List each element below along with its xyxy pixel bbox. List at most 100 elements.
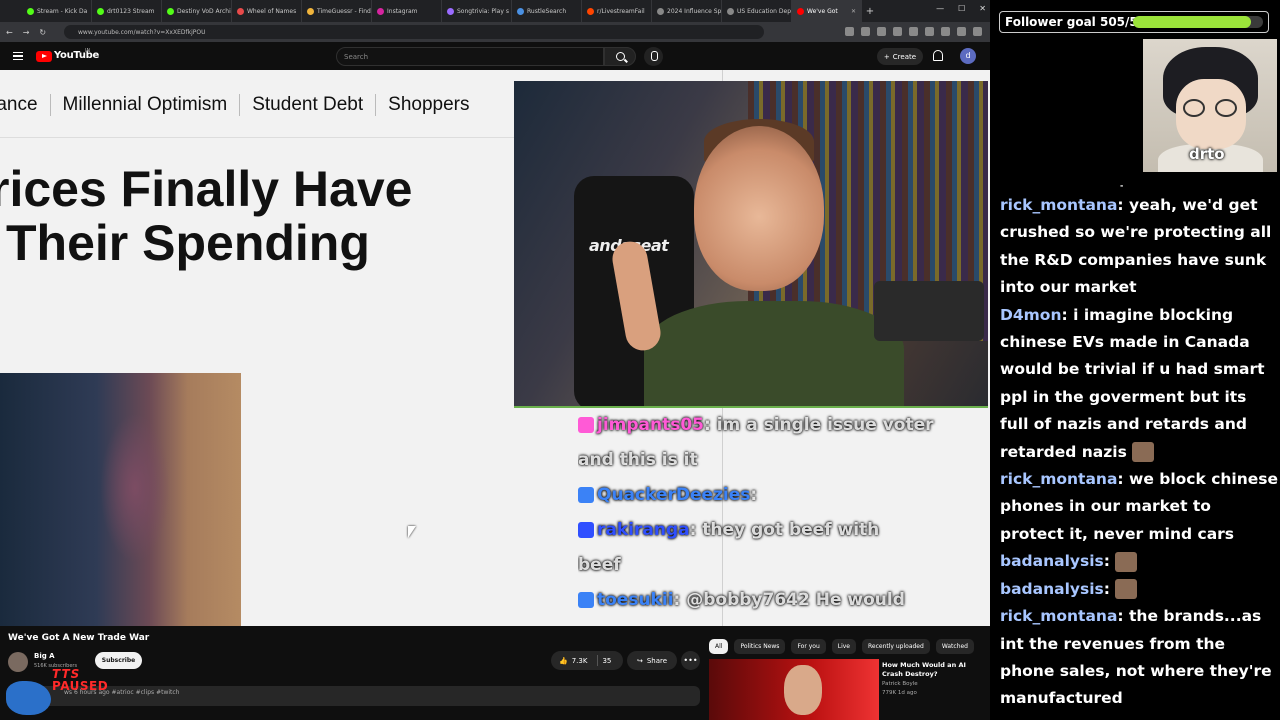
divider xyxy=(597,655,599,666)
chat-badge-icon xyxy=(578,592,594,608)
menu-icon[interactable] xyxy=(13,52,23,60)
browser-tab[interactable]: US Education Dep xyxy=(722,0,792,22)
youtube-logo-text[interactable]: YouTube xyxy=(54,50,99,61)
thumbs-up-icon[interactable]: 👍 xyxy=(559,657,568,665)
extension-icon[interactable] xyxy=(877,27,886,36)
search-icon[interactable] xyxy=(604,47,636,66)
chat-username[interactable]: rick_montana xyxy=(1000,196,1117,214)
article-nav-item: Shoppers xyxy=(388,94,470,115)
tts-paused-overlay: TTS PAUSED xyxy=(4,663,124,715)
dislike-count[interactable]: 35 xyxy=(602,657,611,665)
browser-tab[interactable]: Songtrivia: Play s xyxy=(442,0,512,22)
extension-icon[interactable] xyxy=(957,27,966,36)
tab-favicon-icon xyxy=(797,7,804,15)
tab-favicon-icon xyxy=(587,7,594,15)
account-avatar[interactable]: d xyxy=(960,48,976,64)
close-window-icon[interactable]: ✕ xyxy=(979,4,986,13)
chat-text: i imagine blocking chinese EVs made in C… xyxy=(1000,305,1265,461)
share-button[interactable]: ↪ Share xyxy=(627,651,677,670)
minimize-icon[interactable]: — xyxy=(936,4,944,13)
filter-chip[interactable]: Recently uploaded xyxy=(862,639,930,654)
browser-tab[interactable]: 2024 Influence Spendi xyxy=(652,0,722,22)
tab-favicon-icon xyxy=(517,7,524,15)
browser-tab[interactable]: Instagram xyxy=(372,0,442,22)
browser-tab[interactable]: Destiny VoD Archi xyxy=(162,0,232,22)
overlay-chat: jimpants05: im a single issue voter and t… xyxy=(578,408,990,626)
follower-goal-fill xyxy=(1133,16,1252,28)
browser-window: Stream - Kick Da drt0123 Stream Destiny Vo… xyxy=(0,0,990,720)
filter-chip[interactable]: Politics News xyxy=(734,639,786,654)
chat-separator: : xyxy=(1061,305,1074,324)
video-player[interactable]: rance Millennial Optimism Student Debt S… xyxy=(0,70,990,626)
tab-label: Songtrivia: Play s xyxy=(457,7,509,15)
forward-icon[interactable]: → xyxy=(23,28,30,37)
tab-bar: Stream - Kick Da drt0123 Stream Destiny Vo… xyxy=(0,0,990,22)
extension-icon[interactable] xyxy=(973,27,982,36)
filter-chip[interactable]: All xyxy=(709,639,729,654)
overlay-chat-user: toesukii xyxy=(597,590,674,610)
recommended-channel[interactable]: Patrick Boyle xyxy=(882,681,918,687)
new-tab-icon[interactable]: + xyxy=(862,6,878,17)
recommended-meta: 779K 1d ago xyxy=(882,690,917,696)
browser-tab[interactable]: We've Got ✕ xyxy=(792,0,862,22)
browser-tab[interactable]: Stream - Kick Da xyxy=(22,0,92,22)
chat-separator: : xyxy=(1117,607,1130,626)
overlay-chat-text: : xyxy=(750,485,758,505)
close-tab-icon[interactable]: ✕ xyxy=(851,8,856,15)
chat-separator: : xyxy=(1103,579,1116,598)
chat-emote-icon xyxy=(1132,442,1155,463)
chat-message: rick_montana: the brands...as int the re… xyxy=(1000,603,1278,713)
tab-label: Stream - Kick Da xyxy=(37,7,88,15)
tab-favicon-icon xyxy=(377,7,384,15)
browser-tab[interactable]: RustleSearch xyxy=(512,0,582,22)
search-input[interactable]: Search xyxy=(336,47,604,66)
overlay-chat-text: and this is it xyxy=(578,450,698,470)
browser-tab[interactable]: TimeGuessr - Find xyxy=(302,0,372,22)
reload-icon[interactable]: ↻ xyxy=(39,28,46,37)
extension-icon[interactable] xyxy=(909,27,918,36)
microphone-icon[interactable] xyxy=(644,47,663,66)
video-info: We've Got A New Trade War Big A 516K sub… xyxy=(0,626,990,720)
microphone-arm xyxy=(874,281,984,341)
chat-username[interactable]: badanalysis xyxy=(1000,580,1104,598)
recommended-thumbnail[interactable] xyxy=(709,659,879,720)
chat-username[interactable]: rick_montana xyxy=(1000,607,1117,625)
notifications-bell-icon[interactable] xyxy=(933,50,943,61)
chat-message: badanalysis: xyxy=(1000,548,1278,575)
more-actions-button[interactable]: ••• xyxy=(681,651,700,670)
like-dislike-group[interactable]: 👍 7.3K 35 xyxy=(551,651,623,670)
extension-icon[interactable] xyxy=(925,27,934,36)
extension-icon[interactable] xyxy=(845,27,854,36)
tab-label: We've Got xyxy=(807,7,838,15)
filter-chip[interactable]: Watched xyxy=(935,639,974,654)
create-button[interactable]: + Create xyxy=(877,48,923,65)
chat-username[interactable]: D4mon xyxy=(1000,306,1062,324)
chat-username[interactable]: badanalysis xyxy=(1000,552,1104,570)
chat-emote-icon xyxy=(1115,579,1138,600)
youtube-logo-icon[interactable] xyxy=(36,51,52,62)
tab-favicon-icon xyxy=(167,7,174,15)
url-field[interactable]: www.youtube.com/watch?v=XxXEDfkjPOU xyxy=(64,25,764,39)
browser-tab[interactable]: drt0123 Stream xyxy=(92,0,162,22)
overlay-chat-text: beef xyxy=(578,555,621,575)
back-icon[interactable]: ← xyxy=(6,28,13,37)
extension-icon[interactable] xyxy=(941,27,950,36)
tab-favicon-icon xyxy=(657,7,664,15)
mouse-cursor-icon xyxy=(408,526,416,538)
chat-message: rick_montana: yeah, we'd get crushed so … xyxy=(1000,192,1278,302)
glasses-icon xyxy=(1183,99,1205,117)
chat-username[interactable]: rick_montana xyxy=(1000,470,1117,488)
filter-chip[interactable]: Live xyxy=(831,639,857,654)
maximize-icon[interactable]: ☐ xyxy=(958,4,965,13)
article-nav-item: rance xyxy=(0,94,51,116)
extension-icon[interactable] xyxy=(893,27,902,36)
filter-chip[interactable]: For you xyxy=(791,639,826,654)
browser-tab[interactable]: Wheel of Names xyxy=(232,0,302,22)
extension-icon[interactable] xyxy=(861,27,870,36)
vtuber-avatar: drto xyxy=(1143,39,1277,172)
recommended-title[interactable]: How Much Would an AI Crash Destroy? xyxy=(882,661,982,679)
channel-name[interactable]: Big A xyxy=(34,652,55,660)
browser-tab[interactable]: r/LivestreamFail xyxy=(582,0,652,22)
tab-label: RustleSearch xyxy=(527,7,567,15)
address-bar: ← → ↻ www.youtube.com/watch?v=XxXEDfkjPO… xyxy=(0,22,990,42)
